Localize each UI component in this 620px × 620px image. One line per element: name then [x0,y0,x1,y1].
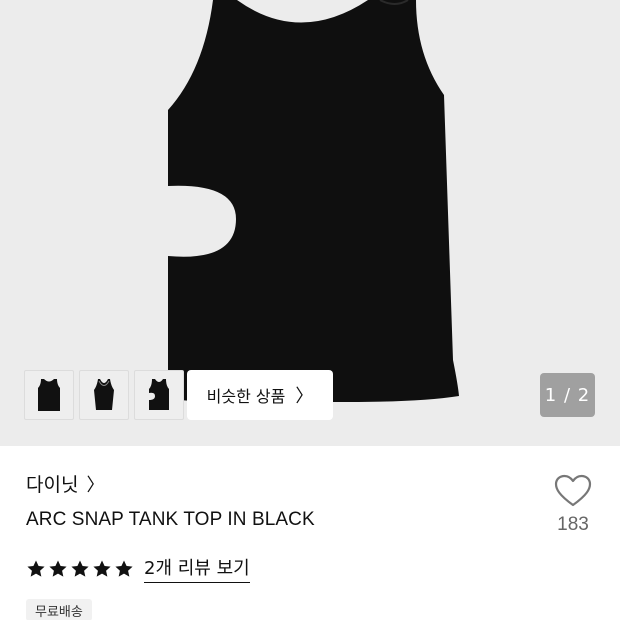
review-link[interactable]: 2개 리뷰 보기 [144,554,250,583]
star-rating [26,559,134,579]
thumbnail-1[interactable] [24,370,74,420]
star-icon [49,560,67,577]
tank-top-side-icon [149,379,169,410]
product-title: ARC SNAP TANK TOP IN BLACK [26,509,315,530]
chevron-right-icon: 〉 [295,386,314,407]
thumbnail-2[interactable] [79,370,129,420]
tank-top-front-icon [38,379,60,411]
rating-row: 2개 리뷰 보기 [26,554,250,583]
thumbnail-strip [24,370,184,420]
thumbnail-3[interactable] [134,370,184,420]
brand-link[interactable]: 다이닛 〉 [26,470,104,497]
star-icon [27,560,45,577]
free-shipping-badge: 무료배송 [26,599,92,620]
star-icon [115,560,133,577]
like-count: 183 [557,514,589,535]
star-icon [71,560,89,577]
chevron-right-icon: 〉 [86,474,105,496]
similar-products-button[interactable]: 비슷한 상품 〉 [187,370,333,420]
tank-top-detail-icon [94,379,114,410]
tank-top-garment [168,0,459,402]
similar-products-label: 비슷한 상품 [206,387,286,406]
like-button[interactable]: 183 [548,474,598,536]
product-image-gallery[interactable]: 비슷한 상품 〉 1 / 2 [0,0,620,446]
brand-name: 다이닛 [26,474,79,496]
heart-icon [554,474,592,507]
image-pager-indicator: 1 / 2 [540,373,595,417]
star-icon [93,560,111,577]
